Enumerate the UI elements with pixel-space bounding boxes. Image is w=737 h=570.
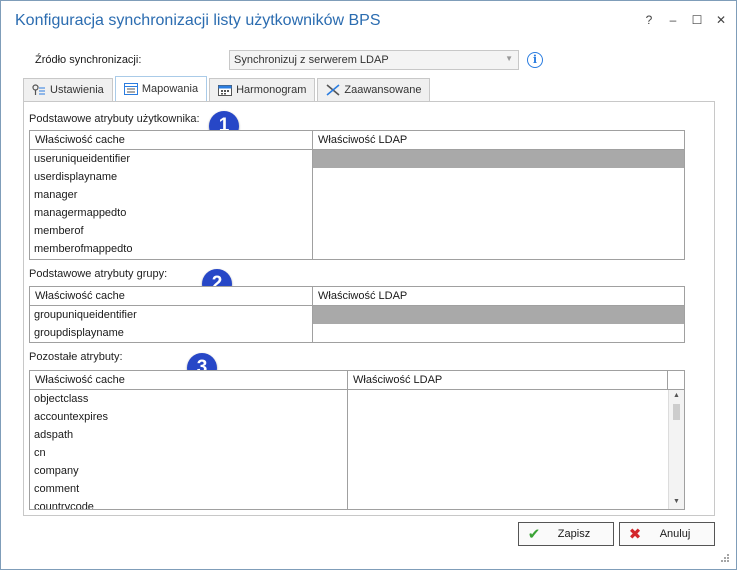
maximize-button[interactable]: ☐ [690,13,704,27]
tab-bar: Ustawienia Mapowania Harmonogram Zaawans… [23,76,432,101]
window-title: Konfiguracja synchronizacji listy użytko… [15,12,381,29]
source-select[interactable]: Synchronizuj z serwerem LDAP ▼ [229,50,519,70]
column-header-ldap[interactable]: Właściwość LDAP [348,371,668,389]
save-button[interactable]: ✔ Zapisz [518,522,614,546]
cancel-x-icon: ✖ [628,526,642,543]
tab-zaawansowane[interactable]: Zaawansowane [317,78,431,101]
tab-mapowania[interactable]: Mapowania [114,76,208,101]
table-row[interactable]: userdisplayname [30,168,312,186]
group-attributes-grid: Właściwość cache Właściwość LDAP groupun… [29,286,685,343]
window-controls: ? – ☐ ✕ [642,13,728,27]
cancel-button-label: Anuluj [659,528,691,540]
scroll-up-icon[interactable]: ▲ [669,390,684,402]
table-row[interactable]: groupdisplayname [30,324,312,342]
column-header-cache[interactable]: Właściwość cache [30,131,313,149]
column-header-cache[interactable]: Właściwość cache [30,287,313,305]
title-bar: Konfiguracja synchronizacji listy użytko… [1,1,736,43]
user-attributes-label: Podstawowe atrybuty użytkownika: [29,113,200,125]
grid-header: Właściwość cache Właściwość LDAP [30,371,684,390]
group-attributes-label: Podstawowe atrybuty grupy: [29,268,168,280]
source-select-value: Synchronizuj z serwerem LDAP [234,54,389,66]
resize-grip-icon[interactable] [720,553,730,563]
chevron-down-icon: ▼ [505,54,513,63]
help-button[interactable]: ? [642,13,656,27]
table-row[interactable]: objectclass [30,390,347,408]
close-button[interactable]: ✕ [714,13,728,27]
table-row[interactable]: countrycode [30,498,347,509]
table-row[interactable]: useruniqueidentifier [30,150,312,168]
column-header-cache[interactable]: Właściwość cache [30,371,348,389]
key-list-icon [32,84,46,96]
dialog-window: Konfiguracja synchronizacji listy użytko… [0,0,737,570]
table-row[interactable]: accountexpires [30,408,347,426]
user-attributes-grid: Właściwość cache Właściwość LDAP useruni… [29,130,685,260]
scroll-down-icon[interactable]: ▼ [669,496,684,508]
tools-icon [326,84,340,96]
tab-label: Zaawansowane [344,84,422,96]
other-attributes-grid: Właściwość cache Właściwość LDAP objectc… [29,370,685,510]
table-row[interactable]: manager [30,186,312,204]
tab-harmonogram[interactable]: Harmonogram [209,78,316,101]
table-row[interactable]: adspath [30,426,347,444]
table-row[interactable]: memberof [30,222,312,240]
tab-label: Harmonogram [236,84,307,96]
checkmark-icon: ✔ [527,526,541,543]
scroll-thumb[interactable] [673,404,680,420]
grid-header: Właściwość cache Właściwość LDAP [30,131,684,150]
calendar-icon [218,84,233,96]
table-icon [123,83,138,95]
cancel-button[interactable]: ✖ Anuluj [619,522,715,546]
ldap-cell-selected[interactable] [313,150,684,168]
other-attributes-label: Pozostałe atrybuty: [29,351,123,363]
tab-label: Ustawienia [50,84,104,96]
save-button-label: Zapisz [557,528,591,540]
ldap-cell-selected[interactable] [313,306,684,324]
table-row[interactable]: cn [30,444,347,462]
column-header-ldap[interactable]: Właściwość LDAP [313,131,684,149]
info-icon[interactable]: i [527,52,543,68]
table-row[interactable]: groupuniqueidentifier [30,306,312,324]
table-row[interactable]: company [30,462,347,480]
table-row[interactable]: comment [30,480,347,498]
column-header-ldap[interactable]: Właściwość LDAP [313,287,684,305]
tab-label: Mapowania [141,83,199,95]
grid-header: Właściwość cache Właściwość LDAP [30,287,684,306]
tab-ustawienia[interactable]: Ustawienia [23,78,113,101]
vertical-scrollbar[interactable]: ▲ ▼ [668,390,684,509]
source-label: Źródło synchronizacji: [35,54,142,66]
table-row[interactable]: memberofmappedto [30,240,312,258]
minimize-button[interactable]: – [666,13,680,27]
table-row[interactable]: managermappedto [30,204,312,222]
